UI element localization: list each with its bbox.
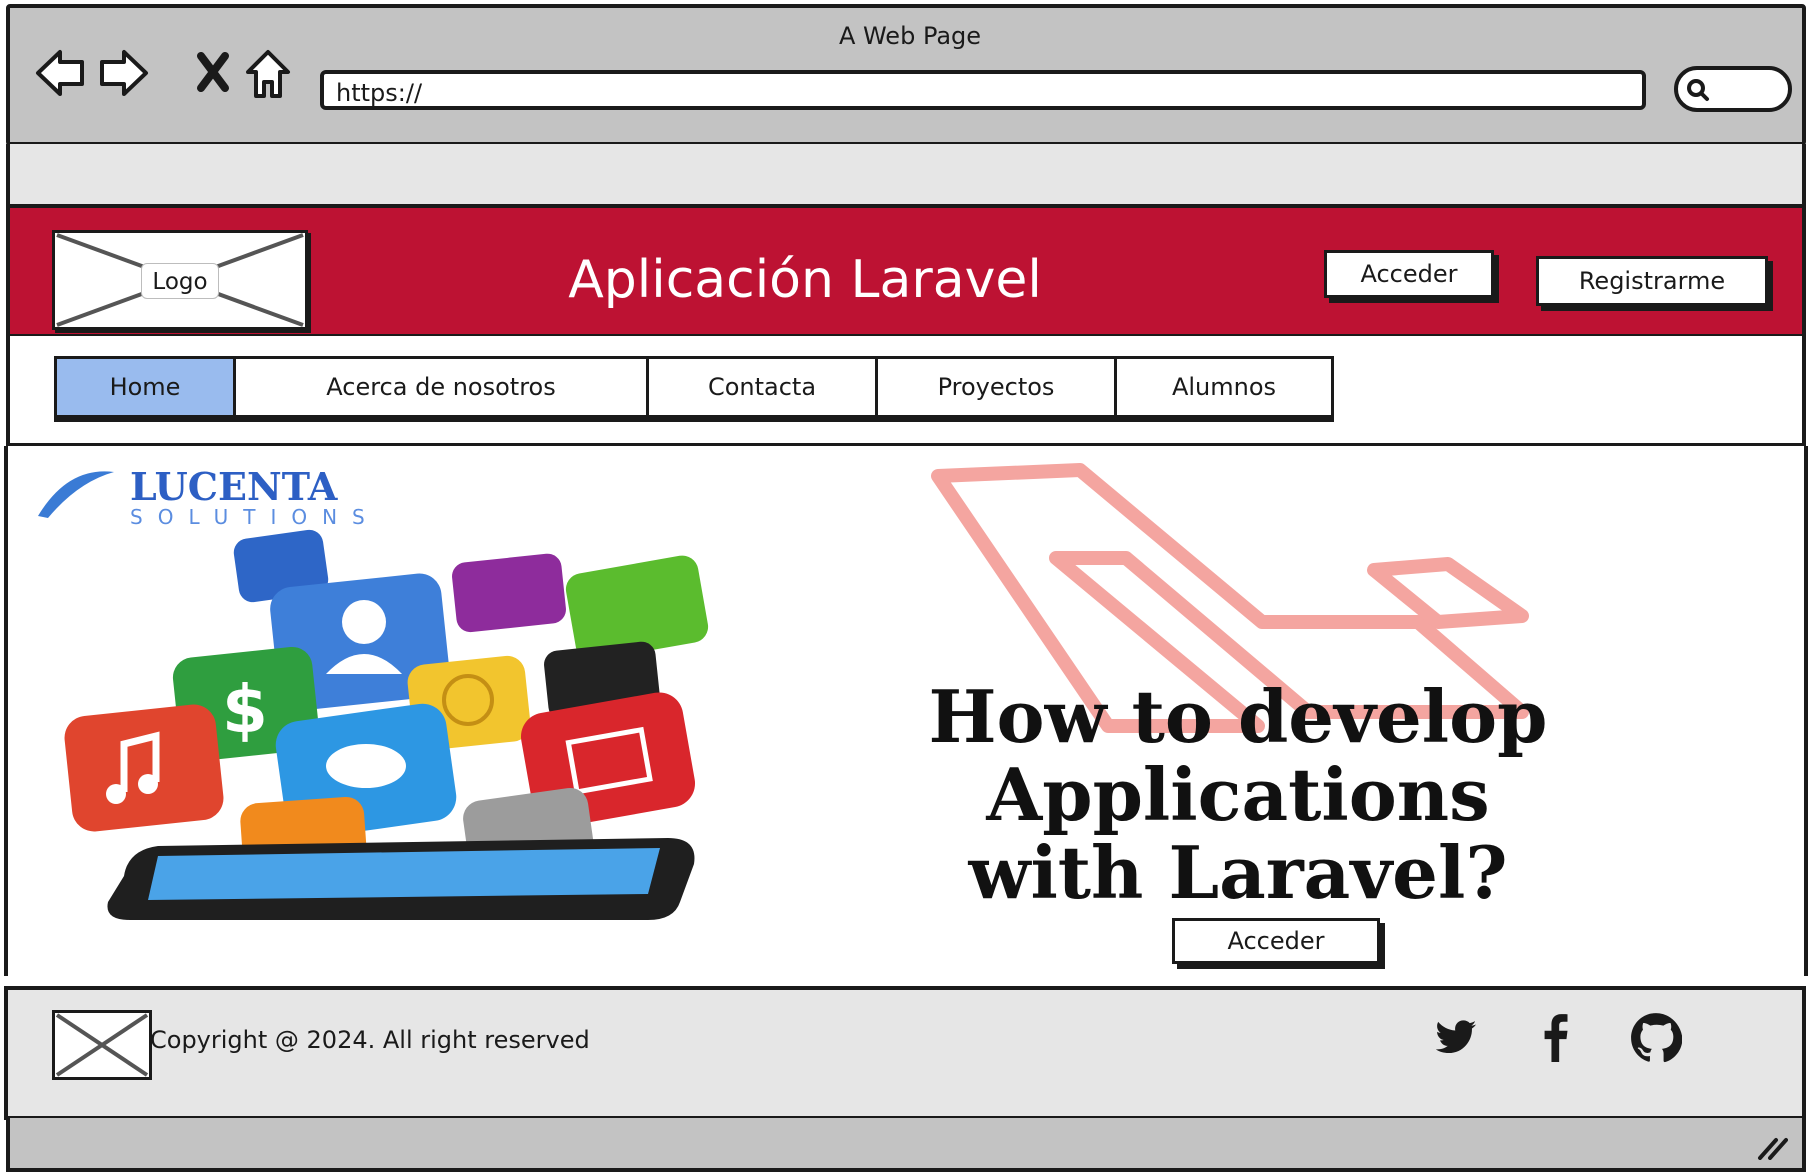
browser-search-box[interactable] xyxy=(1674,66,1792,112)
register-button[interactable]: Registrarme xyxy=(1536,256,1768,306)
resize-grip-icon[interactable] xyxy=(1756,1136,1788,1160)
footer-image-placeholder xyxy=(52,1010,152,1080)
hero-banner: LUCENTA SOLUTIONS $ How to develop Appli… xyxy=(4,446,1808,976)
music-app-icon xyxy=(64,704,224,832)
hero-image: LUCENTA SOLUTIONS $ How to develop Appli… xyxy=(38,463,1548,920)
image-placeholder-icon xyxy=(55,1013,149,1077)
url-text: https:// xyxy=(336,79,423,107)
brand-tagline: SOLUTIONS xyxy=(130,505,380,529)
facebook-icon[interactable] xyxy=(1540,1012,1570,1062)
tab-acerca-de-nosotros[interactable]: Acerca de nosotros xyxy=(233,356,649,418)
login-button[interactable]: Acceder xyxy=(1324,250,1494,298)
browser-status-bar xyxy=(6,1118,1806,1172)
window-title: A Web Page xyxy=(838,22,982,50)
copyright-text: Copyright @ 2024. All right reserved xyxy=(150,1026,590,1054)
search-icon xyxy=(1687,79,1709,101)
github-icon[interactable] xyxy=(1630,1012,1682,1064)
forward-arrow-icon[interactable] xyxy=(94,46,152,100)
svg-text:$: $ xyxy=(222,671,268,748)
site-footer: Copyright @ 2024. All right reserved xyxy=(4,986,1806,1120)
feather-icon xyxy=(38,471,114,518)
hero-headline-line3: with Laravel? xyxy=(967,830,1507,915)
twitter-icon[interactable] xyxy=(1430,1016,1482,1060)
site-header: Logo Aplicación Laravel Acceder Registra… xyxy=(6,204,1806,338)
address-bar[interactable]: https:// xyxy=(320,70,1646,110)
back-arrow-icon[interactable] xyxy=(32,46,90,100)
hero-cta-button[interactable]: Acceder xyxy=(1172,918,1380,964)
tab-proyectos[interactable]: Proyectos xyxy=(875,356,1117,418)
phone-app-icon xyxy=(452,553,566,633)
hero-headline-line1: How to develop xyxy=(929,674,1548,759)
tab-contacta[interactable]: Contacta xyxy=(646,356,878,418)
tab-home[interactable]: Home xyxy=(54,356,236,418)
app-icons-illustration: $ xyxy=(64,529,709,920)
tab-alumnos[interactable]: Alumnos xyxy=(1114,356,1334,418)
main-navigation: Home Acerca de nosotros Contacta Proyect… xyxy=(6,336,1806,448)
close-x-icon[interactable] xyxy=(196,52,230,92)
bookmarks-strip xyxy=(6,144,1806,206)
hero-headline-line2: Applications xyxy=(985,752,1489,837)
home-icon[interactable] xyxy=(244,48,292,100)
browser-toolbar: A Web Page https:// xyxy=(6,4,1806,146)
brand-name: LUCENTA xyxy=(130,464,338,509)
